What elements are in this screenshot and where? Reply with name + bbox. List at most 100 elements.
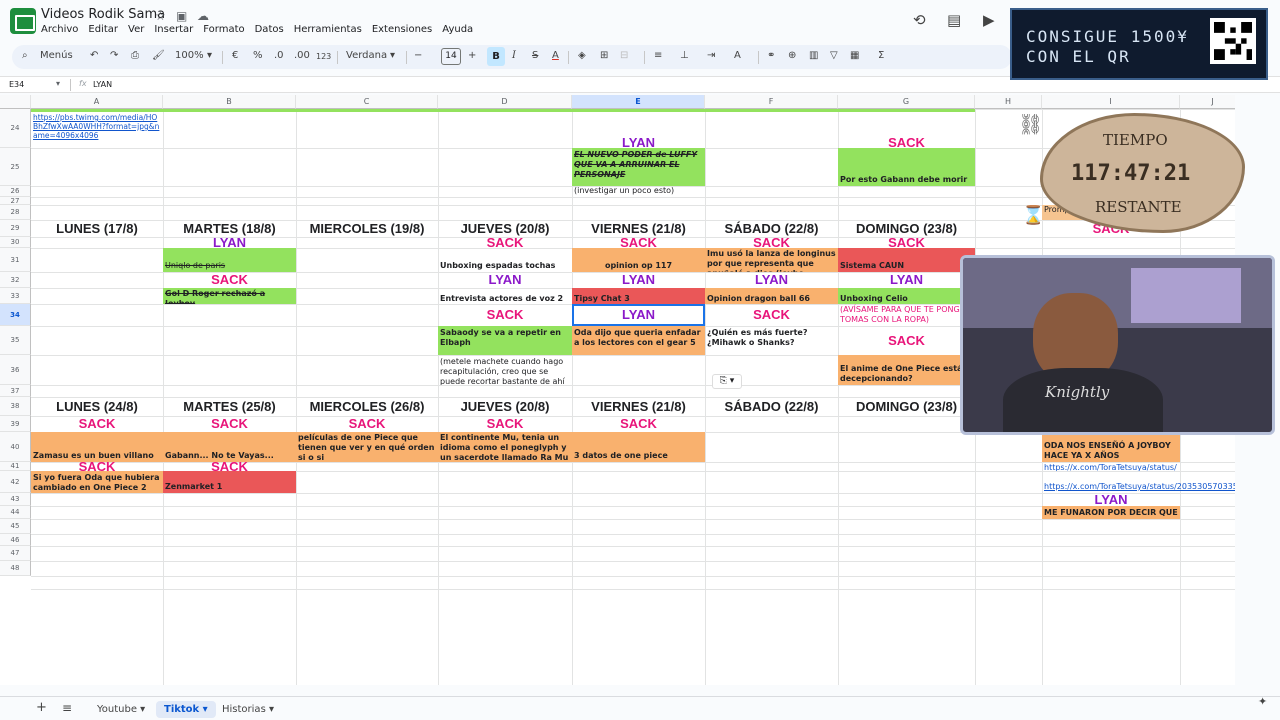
filter-views-icon[interactable]: ▦ — [850, 50, 859, 61]
currency-format[interactable]: € — [232, 50, 238, 61]
row-header-46[interactable]: 46 — [0, 534, 31, 546]
cell-g35[interactable]: SACK — [838, 326, 975, 355]
cell-i40[interactable]: ODA NOS ENSEÑÓ A JOYBOY HACE YA X AÑOS — [1042, 432, 1180, 462]
add-sheet-icon[interactable]: + — [36, 700, 47, 715]
merge-cells-icon[interactable]: ⊟ — [620, 50, 628, 61]
paste-icon[interactable]: ⎘ ▾ — [712, 374, 742, 389]
cell-f33[interactable]: Opinion dragon ball 66 — [705, 288, 838, 304]
row-header-36[interactable]: 36 — [0, 355, 31, 385]
cell-g33[interactable]: Unboxing Celio — [838, 288, 975, 304]
star-icon[interactable]: ☆ — [155, 9, 166, 23]
row-header-39[interactable]: 39 — [0, 416, 31, 432]
insert-chart-icon[interactable]: ▥ — [809, 50, 818, 61]
day-header-week2[interactable]: LUNES (24/8) — [31, 397, 163, 416]
day-header-week2[interactable]: VIERNES (21/8) — [572, 397, 705, 416]
row-header-29[interactable]: 29 — [0, 220, 31, 237]
cell-g30[interactable]: SACK — [838, 237, 975, 248]
cell-b33[interactable]: Gol D Roger rechazó a Joyboy — [163, 288, 296, 304]
undo-icon[interactable]: ↶ — [90, 50, 98, 61]
column-header-f[interactable]: F — [705, 95, 838, 109]
column-header-c[interactable]: C — [296, 95, 438, 109]
row-header-40[interactable]: 40 — [0, 432, 31, 462]
day-header-week2[interactable]: MARTES (25/8) — [163, 397, 296, 416]
align-vertical-icon[interactable]: ⊥ — [680, 50, 689, 61]
cell-g32[interactable]: LYAN — [838, 272, 975, 288]
cell-g31[interactable]: Sistema CAUN — [838, 248, 975, 272]
cell-g36[interactable]: El anime de One Piece está decepcionando… — [838, 355, 975, 385]
row-header-31[interactable]: 31 — [0, 248, 31, 272]
align-horizontal-icon[interactable]: ≡ — [654, 50, 662, 61]
column-header-a[interactable]: A — [31, 95, 163, 109]
cell-f30[interactable]: SACK — [705, 237, 838, 248]
day-header-week1[interactable]: DOMINGO (23/8) — [838, 220, 975, 237]
cell-b42[interactable]: Zenmarket 1 — [163, 471, 296, 493]
search-menus-icon[interactable]: ⌕ — [22, 50, 28, 61]
print-icon[interactable]: ⎙ — [131, 50, 139, 61]
font-select[interactable]: Verdana — [346, 50, 387, 61]
decrease-decimal[interactable]: .0 — [274, 50, 284, 61]
menu-edit[interactable]: Editar — [88, 24, 118, 35]
day-header-week2[interactable]: DOMINGO (23/8) — [838, 397, 975, 416]
cell-c40[interactable]: películas de one Piece que tienen que ve… — [296, 432, 438, 462]
menu-insert[interactable]: Insertar — [154, 24, 193, 35]
all-sheets-icon[interactable]: ≡ — [62, 701, 72, 715]
cell-i44[interactable]: ME FUNARON POR DECIR QUE NO ME GUSTA SKY… — [1042, 506, 1180, 519]
day-header-week1[interactable]: MIERCOLES (19/8) — [296, 220, 438, 237]
column-header-h[interactable]: H — [975, 95, 1042, 109]
formula-input[interactable]: LYAN — [93, 80, 112, 89]
search-menus[interactable]: Menús — [40, 50, 73, 61]
row-header-38[interactable]: 38 — [0, 397, 31, 416]
row-header-27[interactable]: 27 — [0, 197, 31, 205]
history-icon[interactable]: ⟲ — [913, 11, 926, 29]
row-header-48[interactable]: 48 — [0, 561, 31, 576]
cell-i42[interactable]: https://x.com/ToraTetsuya/status/2035305… — [1042, 471, 1235, 493]
row-header-35[interactable]: 35 — [0, 326, 31, 355]
increase-font-size-icon[interactable]: + — [468, 50, 476, 61]
more-formats[interactable]: 123 — [316, 52, 331, 61]
menu-extensions[interactable]: Extensiones — [372, 24, 432, 35]
row-header-28[interactable]: 28 — [0, 205, 31, 220]
paint-format-icon[interactable]: 🖌 — [152, 50, 165, 61]
cell-c39[interactable]: SACK — [296, 416, 438, 432]
redo-icon[interactable]: ↷ — [110, 50, 118, 61]
cell-e39[interactable]: SACK — [572, 416, 705, 432]
column-header-d[interactable]: D — [438, 95, 572, 109]
day-header-week1[interactable]: JUEVES (20/8) — [438, 220, 572, 237]
day-header-week1[interactable]: SÁBADO (22/8) — [705, 220, 838, 237]
menu-file[interactable]: Archivo — [41, 24, 78, 35]
cell-i41[interactable]: https://x.com/ToraTetsuya/status/2035305… — [1042, 462, 1180, 471]
cell-e25[interactable]: EL NUEVO PODER de LUFFY QUE VA A ARRUINA… — [572, 148, 705, 186]
row-header-44[interactable]: 44 — [0, 506, 31, 519]
sheets-logo-icon[interactable] — [10, 8, 36, 34]
strikethrough-icon[interactable]: S — [532, 50, 538, 61]
cell-b31[interactable]: Uniqlo de paris — [163, 248, 296, 272]
insert-comment-icon[interactable]: ⊕ — [788, 50, 796, 61]
cell-e26[interactable]: (investigar un poco esto) — [572, 186, 705, 197]
document-title[interactable]: Videos Rodik Sama — [41, 7, 165, 22]
row-header-24[interactable]: 24 — [0, 109, 31, 148]
sheet-tab-youtube[interactable]: Youtube ▾ — [89, 701, 153, 718]
cell-a42[interactable]: Si yo fuera Oda que hubiera cambiado en … — [31, 471, 163, 493]
cell-d36[interactable]: (metele machete cuando hago recapitulaci… — [438, 355, 572, 385]
cell-f32[interactable]: LYAN — [705, 272, 838, 288]
text-rotation-icon[interactable]: A — [734, 50, 741, 61]
row-header-32[interactable]: 32 — [0, 272, 31, 288]
row-header-30[interactable]: 30 — [0, 237, 31, 248]
cell-a41[interactable]: SACK — [31, 462, 163, 471]
cell-i43[interactable]: LYAN — [1042, 493, 1180, 506]
percent-format[interactable]: % — [253, 50, 263, 61]
chevron-down-icon[interactable]: ▾ — [207, 50, 212, 61]
cell-d34[interactable]: SACK — [438, 304, 572, 326]
cell-f31[interactable]: Imu usó la lanza de longinus por que rep… — [705, 248, 838, 272]
chevron-down-icon[interactable]: ▾ — [390, 50, 395, 61]
cell-b39[interactable]: SACK — [163, 416, 296, 432]
cell-b40[interactable]: Gabann... No te Vayas... — [163, 432, 296, 462]
increase-decimal[interactable]: .00 — [294, 50, 310, 61]
cell-d39[interactable]: SACK — [438, 416, 572, 432]
cell-g25[interactable]: Por esto Gabann debe morir — [838, 148, 975, 186]
column-header-i[interactable]: I — [1042, 95, 1180, 109]
day-header-week2[interactable]: MIERCOLES (26/8) — [296, 397, 438, 416]
sheet-tab-historias[interactable]: Historias ▾ — [214, 701, 282, 718]
cell-e32[interactable]: LYAN — [572, 272, 705, 288]
cell-d35[interactable]: Sabaody se va a repetir en Elbaph — [438, 326, 572, 355]
